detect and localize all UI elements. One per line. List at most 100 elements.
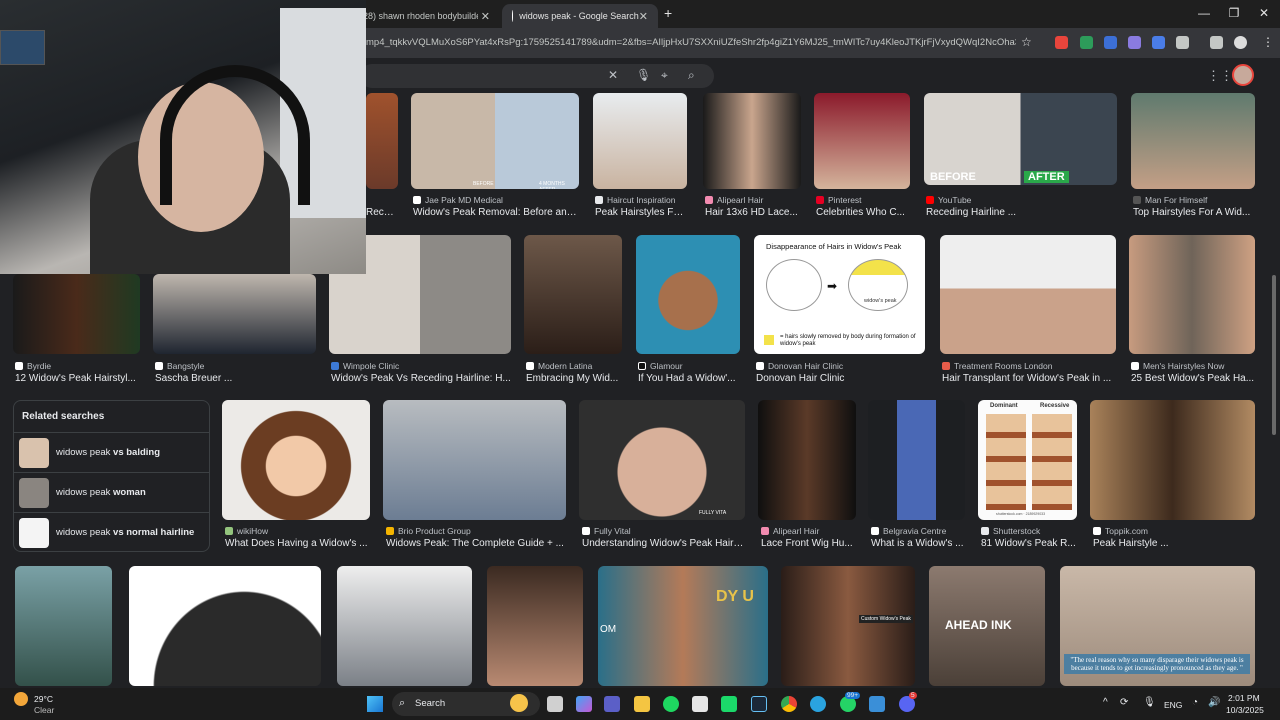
close-icon[interactable]: ✕ bbox=[481, 10, 490, 23]
result-image[interactable] bbox=[153, 274, 316, 354]
result-image[interactable] bbox=[940, 235, 1116, 354]
mic-icon[interactable]: 🎙 bbox=[636, 68, 651, 82]
result-caption[interactable]: Peak Hairstyle ... bbox=[1093, 538, 1255, 549]
reading-list-icon[interactable] bbox=[1210, 36, 1223, 49]
snipping-icon[interactable] bbox=[692, 696, 708, 712]
result-image[interactable]: Custom Widow's Peak bbox=[781, 566, 915, 686]
result-caption[interactable]: What Does Having a Widow's ... bbox=[225, 538, 370, 549]
result-image[interactable] bbox=[383, 400, 566, 520]
result-caption[interactable]: Peak Hairstyles Fo... bbox=[595, 207, 687, 218]
result-image[interactable] bbox=[814, 93, 910, 189]
result-caption[interactable]: Donovan Hair Clinic bbox=[756, 373, 925, 384]
chevron-up-icon[interactable]: ^ bbox=[1103, 697, 1108, 708]
tab-widows-peak[interactable]: widows peak - Google Search ✕ bbox=[502, 4, 658, 28]
result-caption[interactable]: 25 Best Widow's Peak Ha... bbox=[1131, 373, 1255, 384]
result-image[interactable]: AHEAD INK bbox=[929, 566, 1045, 686]
bookmark-star-icon[interactable]: ☆ bbox=[1021, 35, 1032, 49]
result-caption[interactable]: What is a Widow's ... bbox=[871, 538, 965, 549]
scrollbar-thumb[interactable] bbox=[1272, 275, 1276, 435]
menu-kebab-icon[interactable]: ⋮ bbox=[1262, 35, 1274, 49]
extension-icon[interactable] bbox=[1128, 36, 1141, 49]
result-caption[interactable]: Widow's Peak Removal: Before and... bbox=[413, 207, 579, 218]
result-caption[interactable]: Sascha Breuer ... bbox=[155, 373, 316, 384]
app-icon[interactable] bbox=[721, 696, 737, 712]
clock-date[interactable]: 10/3/2025 bbox=[1226, 705, 1264, 715]
result-image[interactable] bbox=[129, 566, 321, 686]
profile-avatar[interactable] bbox=[1234, 36, 1247, 49]
result-caption[interactable]: Understanding Widow's Peak Hairli... bbox=[582, 538, 745, 549]
account-avatar[interactable] bbox=[1232, 64, 1254, 86]
result-image[interactable] bbox=[337, 566, 472, 686]
wifi-icon[interactable]: ◔ bbox=[1192, 697, 1198, 708]
copilot-icon[interactable] bbox=[576, 696, 592, 712]
extension-icon[interactable] bbox=[1055, 36, 1068, 49]
new-tab-icon[interactable]: + bbox=[664, 5, 672, 21]
weather-icon[interactable] bbox=[14, 692, 28, 706]
result-caption[interactable]: Embracing My Wid... bbox=[526, 373, 622, 384]
result-image[interactable] bbox=[15, 566, 112, 686]
search-icon[interactable]: ⌕ bbox=[688, 68, 695, 83]
result-image[interactable] bbox=[1131, 93, 1255, 189]
teams-icon[interactable] bbox=[604, 696, 620, 712]
result-image[interactable] bbox=[868, 400, 965, 520]
result-caption[interactable]: If You Had a Widow'... bbox=[638, 373, 740, 384]
result-image[interactable] bbox=[524, 235, 622, 354]
result-image[interactable]: DY U OM bbox=[598, 566, 768, 686]
apps-grid-icon[interactable]: ⋮⋮ bbox=[1207, 68, 1233, 84]
result-image[interactable] bbox=[13, 274, 140, 354]
weather-desc[interactable]: Clear bbox=[34, 705, 54, 715]
url-field[interactable]: mp4_tqkkvVQLMuXoS6PYat4xRsPg:17595251417… bbox=[366, 34, 1016, 52]
result-caption[interactable]: Lace Front Wig Hu... bbox=[761, 538, 856, 549]
close-icon[interactable]: ✕ bbox=[608, 68, 618, 82]
task-view-icon[interactable] bbox=[547, 696, 563, 712]
result-image[interactable] bbox=[758, 400, 856, 520]
result-caption[interactable]: Widows Peak: The Complete Guide + ... bbox=[386, 538, 566, 549]
result-image[interactable]: BEFORE 4 MONTHS AFTER bbox=[411, 93, 579, 189]
result-caption[interactable]: Hair 13x6 HD Lace... bbox=[705, 207, 801, 218]
result-caption[interactable]: Celebrities Who C... bbox=[816, 207, 910, 218]
volume-icon[interactable]: 🔊 bbox=[1208, 697, 1220, 708]
result-image[interactable] bbox=[1129, 235, 1255, 354]
spotify-icon[interactable] bbox=[663, 696, 679, 712]
extension-icon[interactable] bbox=[1080, 36, 1093, 49]
result-image[interactable] bbox=[222, 400, 370, 520]
result-image[interactable] bbox=[636, 235, 740, 354]
result-image[interactable]: BEFORE AFTER bbox=[924, 93, 1117, 185]
result-image[interactable] bbox=[1090, 400, 1255, 520]
related-search-item[interactable]: widows peak woman bbox=[14, 472, 209, 512]
result-image[interactable] bbox=[487, 566, 583, 686]
result-image[interactable]: "The real reason why so many disparage t… bbox=[1060, 566, 1255, 686]
result-caption[interactable]: 81 Widow's Peak R... bbox=[981, 538, 1077, 549]
result-image[interactable]: Dominant Recessive shutterstock.com · 21… bbox=[978, 400, 1077, 520]
mic-icon[interactable]: 🎙 bbox=[1143, 697, 1156, 708]
result-image[interactable] bbox=[366, 93, 398, 189]
extension-icon[interactable] bbox=[1104, 36, 1117, 49]
close-icon[interactable]: ✕ bbox=[639, 10, 648, 23]
windows-start-icon[interactable] bbox=[367, 696, 383, 712]
telegram-icon[interactable] bbox=[810, 696, 826, 712]
result-caption[interactable]: Widow's Peak Vs Receding Hairline: H... bbox=[331, 373, 511, 384]
app-icon[interactable] bbox=[869, 696, 885, 712]
steam-icon[interactable] bbox=[751, 696, 767, 712]
language-indicator[interactable]: ENG bbox=[1164, 700, 1182, 710]
close-window-icon[interactable]: ✕ bbox=[1246, 6, 1280, 20]
related-search-item[interactable]: widows peak vs normal hairline bbox=[14, 512, 209, 552]
result-caption[interactable]: Recedi... bbox=[366, 207, 398, 218]
camera-icon[interactable]: ⌖ bbox=[661, 68, 668, 83]
result-image[interactable]: FULLY VITA bbox=[579, 400, 745, 520]
tab-shawn-rhoden[interactable]: (28) shawn rhoden bodybuilder ✕ bbox=[350, 4, 500, 28]
result-image[interactable] bbox=[593, 93, 687, 189]
sync-icon[interactable]: ⟳ bbox=[1120, 697, 1128, 708]
file-explorer-icon[interactable] bbox=[634, 696, 650, 712]
related-search-item[interactable]: widows peak vs balding bbox=[14, 432, 209, 472]
result-image[interactable] bbox=[703, 93, 801, 189]
result-caption[interactable]: Top Hairstyles For A Wid... bbox=[1133, 207, 1255, 218]
result-caption[interactable]: 12 Widow's Peak Hairstyl... bbox=[15, 373, 140, 384]
result-image[interactable]: Disappearance of Hairs in Widow's Peak ➡… bbox=[754, 235, 925, 354]
result-caption[interactable]: Hair Transplant for Widow's Peak in ... bbox=[942, 373, 1116, 384]
extensions-puzzle-icon[interactable] bbox=[1176, 36, 1189, 49]
chrome-icon[interactable] bbox=[781, 696, 797, 712]
weather-temp[interactable]: 29°C bbox=[34, 694, 53, 704]
clock-time[interactable]: 2:01 PM bbox=[1228, 693, 1260, 703]
result-caption[interactable]: Receding Hairline ... bbox=[926, 207, 1116, 218]
